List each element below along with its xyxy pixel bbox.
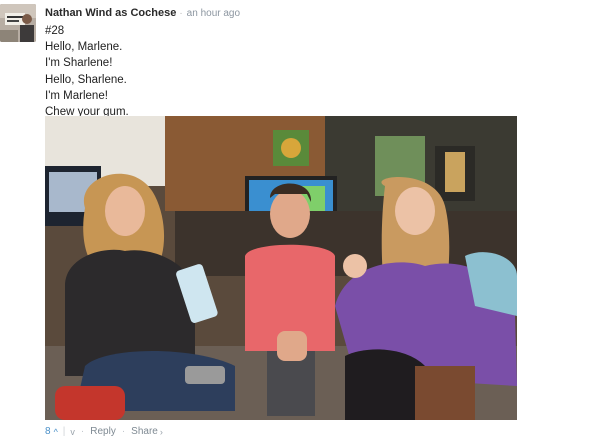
comment-footer: 8 ^ | v · Reply · Share ›: [45, 425, 163, 440]
comment-timestamp[interactable]: an hour ago: [187, 8, 240, 19]
author-name[interactable]: Nathan Wind as Cochese: [45, 7, 176, 19]
comment-line: I'm Sharlene!: [45, 57, 113, 70]
header-separator: ·: [179, 8, 183, 19]
vote-count: 8: [45, 426, 51, 437]
comment-header: Nathan Wind as Cochese · an hour ago: [45, 6, 525, 20]
author-avatar[interactable]: [0, 4, 36, 42]
reply-button[interactable]: Reply: [90, 425, 116, 439]
comment-body: #28 Hello, Marlene. I'm Sharlene! Hello,…: [45, 23, 525, 120]
comment-line: Hello, Sharlene.: [45, 73, 127, 86]
share-button[interactable]: Share: [131, 425, 158, 439]
comment-line: #28: [45, 25, 65, 37]
vote-divider: |: [62, 426, 66, 437]
footer-bullet: ·: [121, 426, 126, 437]
embedded-photo-icon: [45, 116, 517, 420]
comment-line: I'm Marlene!: [45, 89, 108, 102]
downvote-icon[interactable]: v: [70, 425, 75, 439]
footer-bullet: ·: [80, 426, 85, 437]
chevron-right-icon: ›: [159, 427, 163, 437]
comment-photo[interactable]: [45, 116, 517, 420]
avatar-image-icon: [0, 4, 36, 42]
comment-line: Hello, Marlene.: [45, 41, 123, 54]
upvote-icon[interactable]: ^: [54, 425, 58, 439]
comment-content: Nathan Wind as Cochese · an hour ago #28 H…: [45, 6, 525, 120]
